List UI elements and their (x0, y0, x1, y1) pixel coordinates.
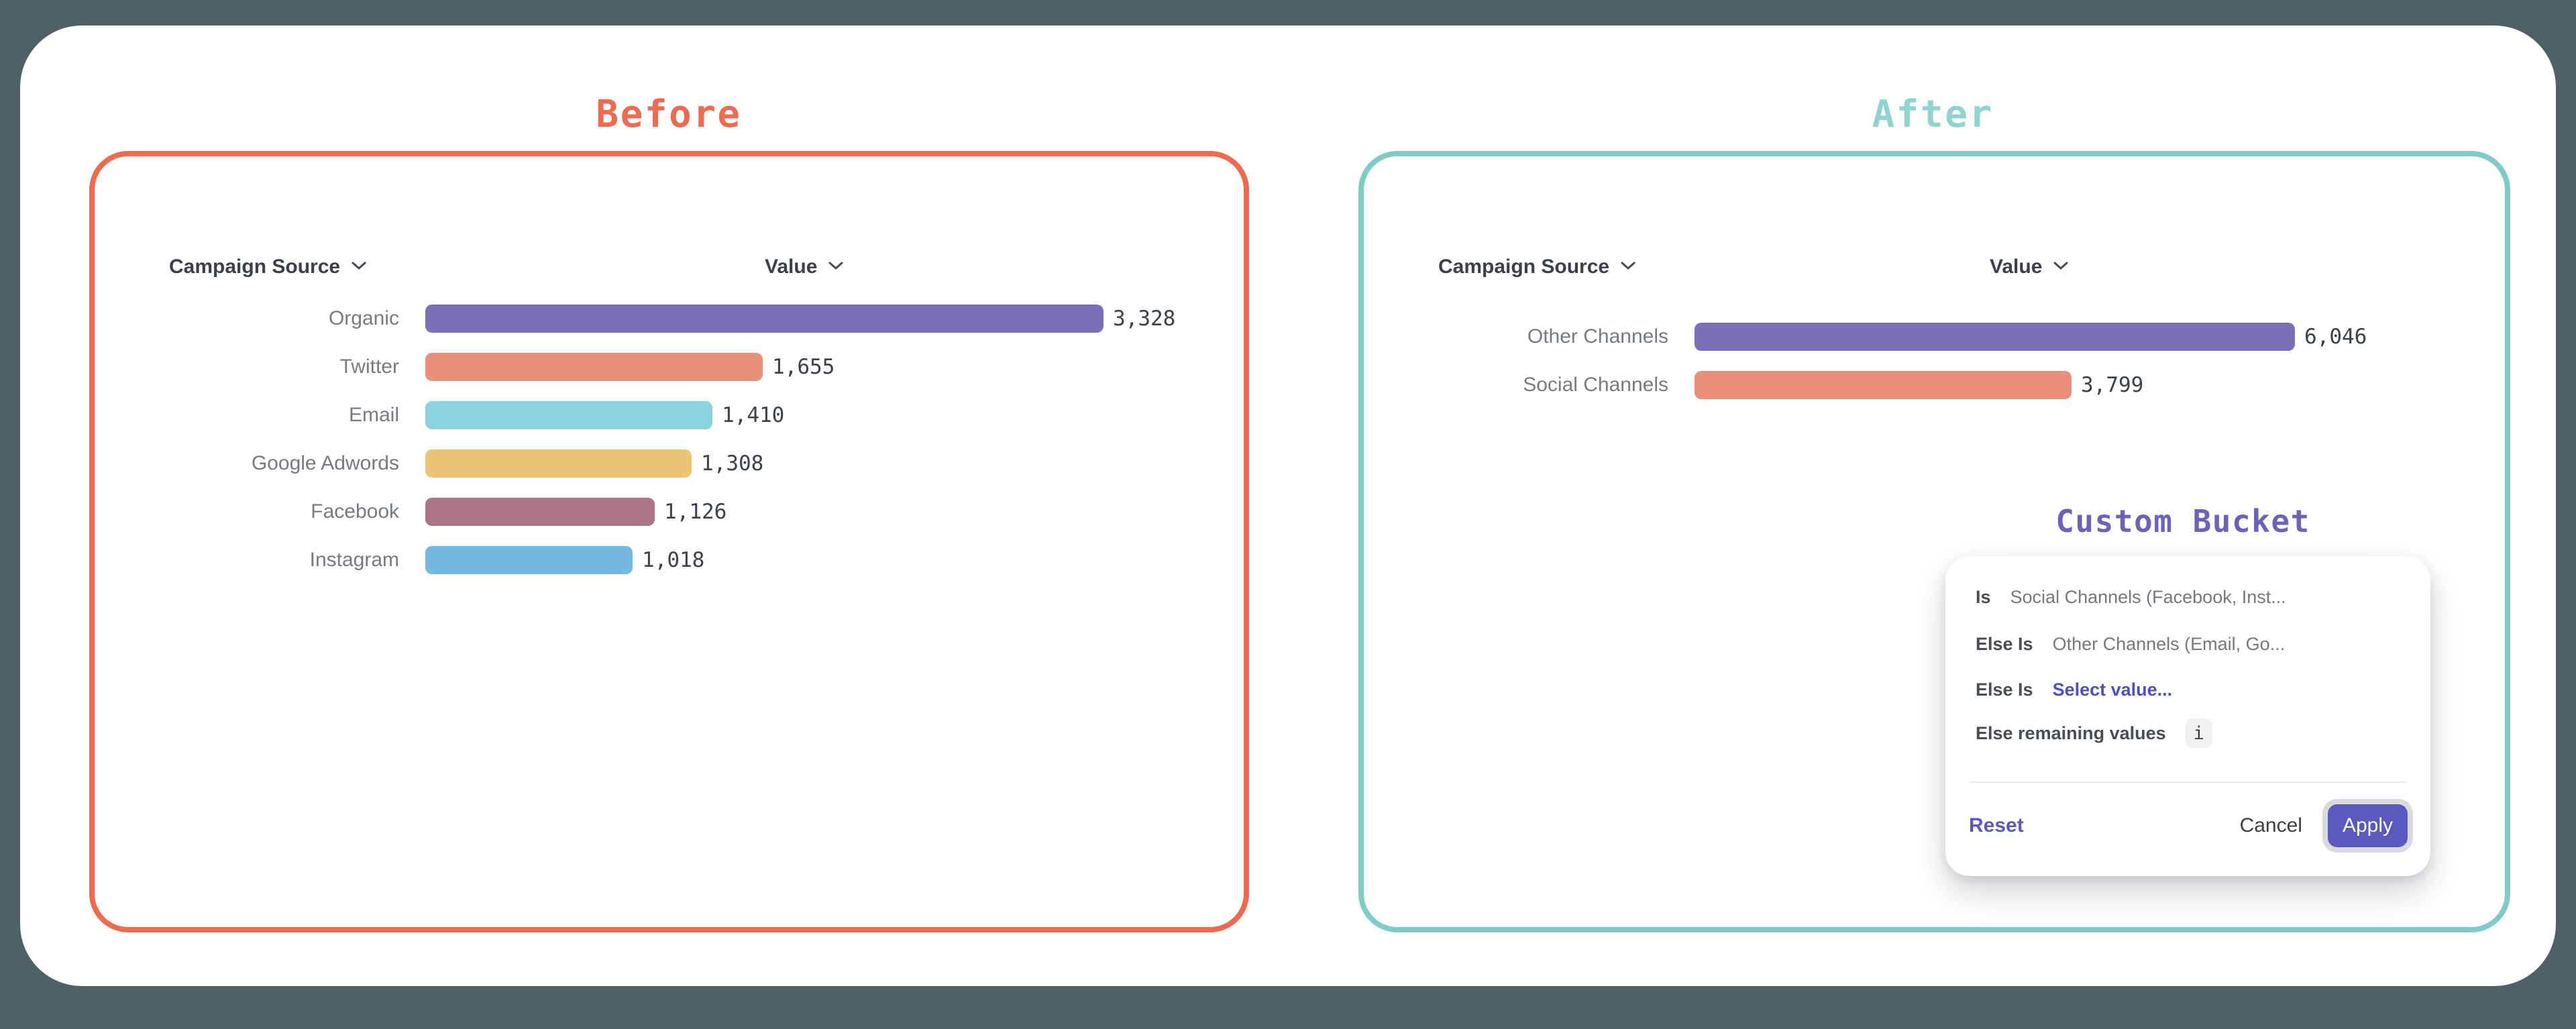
condition-label: Is (1976, 587, 1991, 608)
reset-button[interactable]: Reset (1969, 814, 2024, 837)
chevron-down-icon (1620, 261, 1636, 274)
row-label: Other Channels (1364, 325, 1668, 348)
table-row: Organic 3,328 (95, 305, 1175, 333)
before-campaign-source-header[interactable]: Campaign Source (169, 252, 367, 282)
custom-bucket-dialog: Is Social Channels (Facebook, Inst... El… (1945, 556, 2430, 876)
before-value-header[interactable]: Value (765, 252, 844, 282)
row-value: 1,126 (664, 500, 727, 524)
table-row: Social Channels 3,799 (1364, 371, 2143, 399)
row-label: Twitter (95, 356, 399, 378)
after-title: After (1872, 93, 1993, 136)
content-card: Before After Campaign Source Value Organ… (20, 25, 2556, 986)
row-label: Organic (95, 307, 399, 330)
condition-label: Else Is (1976, 680, 2033, 700)
bar-google-adwords (425, 449, 692, 478)
row-label: Instagram (95, 549, 399, 572)
condition-label: Else remaining values (1976, 723, 2166, 744)
bar-organic (425, 305, 1104, 333)
bucket-value-selector[interactable]: Other Channels (Email, Go... (2053, 634, 2286, 655)
row-value: 6,046 (2304, 325, 2367, 349)
apply-button[interactable]: Apply (2328, 804, 2408, 847)
apply-button-focus-ring: Apply (2322, 799, 2413, 853)
table-row: Facebook 1,126 (95, 498, 727, 526)
after-value-header-label: Value (1990, 256, 2042, 278)
after-campaign-source-header-label: Campaign Source (1438, 256, 1609, 278)
before-title: Before (596, 93, 741, 136)
row-value: 3,799 (2081, 373, 2143, 397)
after-campaign-source-header[interactable]: Campaign Source (1438, 252, 1636, 282)
row-value: 1,018 (642, 548, 704, 572)
custom-bucket-title: Custom Bucket (2055, 503, 2310, 539)
row-value: 1,308 (701, 451, 763, 476)
row-value: 1,410 (722, 403, 784, 427)
table-row: Google Adwords 1,308 (95, 449, 763, 478)
bar-twitter (425, 353, 763, 381)
chevron-down-icon (828, 261, 844, 274)
bar-other-channels (1695, 323, 2295, 351)
bar-instagram (425, 546, 633, 574)
before-value-header-label: Value (765, 256, 817, 278)
chevron-down-icon (351, 261, 367, 274)
bucket-rule-row: Else Is Select value... (1976, 675, 2172, 704)
row-value: 1,655 (772, 355, 835, 379)
table-row: Email 1,410 (95, 401, 784, 429)
bar-social-channels (1695, 371, 2072, 399)
bar-facebook (425, 498, 655, 526)
after-value-header[interactable]: Value (1990, 252, 2069, 282)
bucket-rule-row: Is Social Channels (Facebook, Inst... (1976, 582, 2286, 612)
bucket-rule-row: Else remaining values i (1976, 718, 2212, 748)
comparison-screenshot: Before After Campaign Source Value Organ… (0, 0, 2576, 1029)
before-panel: Campaign Source Value Organic 3,328 Twit… (89, 151, 1249, 932)
row-value: 3,328 (1113, 307, 1175, 331)
row-label: Google Adwords (95, 452, 399, 475)
chevron-down-icon (2053, 261, 2069, 274)
cancel-button[interactable]: Cancel (2240, 814, 2302, 837)
row-label: Email (95, 404, 399, 427)
bar-email (425, 401, 712, 429)
bucket-rule-row: Else Is Other Channels (Email, Go... (1976, 629, 2285, 659)
popup-divider (1969, 781, 2407, 783)
popup-footer: Reset Cancel Apply (1969, 798, 2413, 854)
row-label: Facebook (95, 500, 399, 523)
bucket-value-selector[interactable]: Social Channels (Facebook, Inst... (2010, 587, 2286, 608)
before-campaign-source-header-label: Campaign Source (169, 256, 340, 278)
condition-label: Else Is (1976, 634, 2033, 655)
select-value-link[interactable]: Select value... (2053, 680, 2173, 700)
table-row: Instagram 1,018 (95, 546, 704, 574)
table-row: Twitter 1,655 (95, 353, 835, 381)
table-row: Other Channels 6,046 (1364, 323, 2367, 351)
info-icon[interactable]: i (2186, 718, 2212, 748)
row-label: Social Channels (1364, 374, 1668, 396)
